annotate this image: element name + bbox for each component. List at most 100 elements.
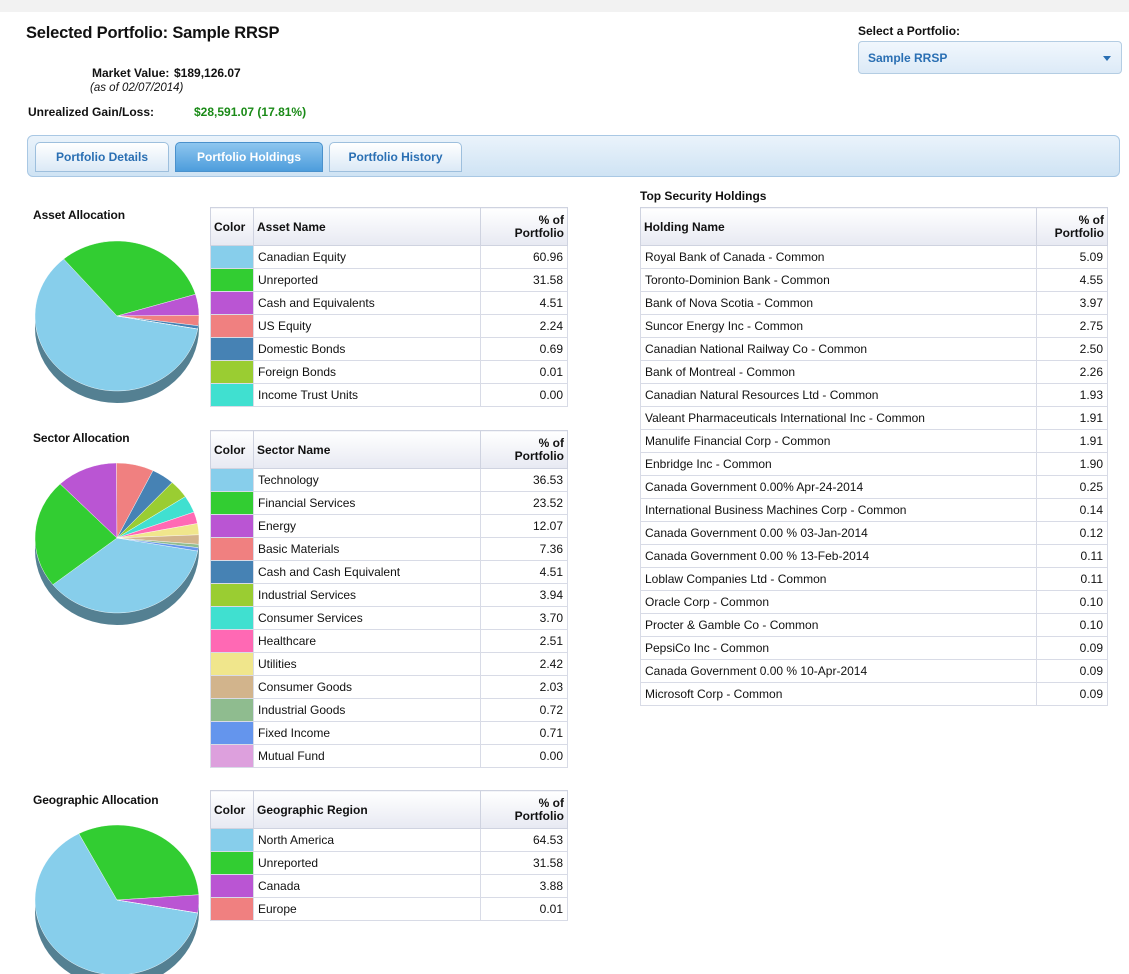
- color-header: Color: [210, 790, 254, 829]
- top-holdings-title: Top Security Holdings: [640, 189, 767, 203]
- color-swatch: [210, 698, 254, 722]
- table-row: Domestic Bonds 0.69: [210, 337, 568, 361]
- pct-header: % of Portfolio: [1036, 207, 1108, 246]
- row-name: Canada Government 0.00 % 10-Apr-2014: [640, 659, 1037, 683]
- row-name: Canadian Natural Resources Ltd - Common: [640, 383, 1037, 407]
- table-row: Financial Services 23.52: [210, 491, 568, 515]
- table-row: Royal Bank of Canada - Common 5.09: [640, 245, 1108, 269]
- tab-portfolio-history[interactable]: Portfolio History: [329, 142, 462, 172]
- table-row: Toronto-Dominion Bank - Common 4.55: [640, 268, 1108, 292]
- table-row: Energy 12.07: [210, 514, 568, 538]
- unrealized-gain-label: Unrealized Gain/Loss:: [28, 105, 155, 119]
- color-swatch: [210, 828, 254, 852]
- table-row: Foreign Bonds 0.01: [210, 360, 568, 384]
- table-row: Healthcare 2.51: [210, 629, 568, 653]
- row-name: Manulife Financial Corp - Common: [640, 429, 1037, 453]
- row-percent: 3.70: [480, 606, 568, 630]
- table-row: Manulife Financial Corp - Common 1.91: [640, 429, 1108, 453]
- row-name: North America: [253, 828, 481, 852]
- pct-header: % of Portfolio: [480, 430, 568, 469]
- geographic-allocation-pie: [34, 824, 200, 974]
- color-swatch: [210, 291, 254, 315]
- row-name: Unreported: [253, 851, 481, 875]
- row-name: Europe: [253, 897, 481, 921]
- row-name: Royal Bank of Canada - Common: [640, 245, 1037, 269]
- asset-allocation-table: Color Asset Name % of Portfolio Canadian …: [210, 207, 568, 407]
- asset-allocation-title: Asset Allocation: [33, 208, 125, 222]
- row-name: Basic Materials: [253, 537, 481, 561]
- row-name: Procter & Gamble Co - Common: [640, 613, 1037, 637]
- row-percent: 60.96: [480, 245, 568, 269]
- tab-portfolio-holdings[interactable]: Portfolio Holdings: [175, 142, 323, 172]
- row-percent: 7.36: [480, 537, 568, 561]
- row-percent: 0.09: [1036, 636, 1108, 660]
- table-row: Canada Government 0.00 % 10-Apr-2014 0.09: [640, 659, 1108, 683]
- row-percent: 0.14: [1036, 498, 1108, 522]
- top-strip: [0, 0, 1129, 12]
- row-percent: 1.91: [1036, 406, 1108, 430]
- table-row: Europe 0.01: [210, 897, 568, 921]
- color-swatch: [210, 337, 254, 361]
- tab-portfolio-details[interactable]: Portfolio Details: [35, 142, 169, 172]
- table-row: Cash and Equivalents 4.51: [210, 291, 568, 315]
- row-name: Cash and Equivalents: [253, 291, 481, 315]
- table-row: Industrial Goods 0.72: [210, 698, 568, 722]
- row-percent: 23.52: [480, 491, 568, 515]
- row-name: Canada Government 0.00 % 03-Jan-2014: [640, 521, 1037, 545]
- table-row: Cash and Cash Equivalent 4.51: [210, 560, 568, 584]
- row-percent: 0.71: [480, 721, 568, 745]
- color-swatch: [210, 491, 254, 515]
- row-name: US Equity: [253, 314, 481, 338]
- row-name: Bank of Montreal - Common: [640, 360, 1037, 384]
- row-name: PepsiCo Inc - Common: [640, 636, 1037, 660]
- table-row: Procter & Gamble Co - Common 0.10: [640, 613, 1108, 637]
- table-row: Loblaw Companies Ltd - Common 0.11: [640, 567, 1108, 591]
- sector-allocation-title: Sector Allocation: [33, 431, 130, 445]
- table-row: Canada 3.88: [210, 874, 568, 898]
- row-name: Mutual Fund: [253, 744, 481, 768]
- chevron-down-icon[interactable]: [1103, 56, 1111, 61]
- asset-name-header: Asset Name: [253, 207, 481, 246]
- color-swatch: [210, 537, 254, 561]
- row-name: Technology: [253, 468, 481, 492]
- row-name: Financial Services: [253, 491, 481, 515]
- table-row: Mutual Fund 0.00: [210, 744, 568, 768]
- portfolio-select[interactable]: Sample RRSP: [858, 41, 1122, 74]
- portfolio-select-value: Sample RRSP: [868, 51, 948, 65]
- row-percent: 0.01: [480, 360, 568, 384]
- row-percent: 2.75: [1036, 314, 1108, 338]
- row-percent: 36.53: [480, 468, 568, 492]
- row-name: International Business Machines Corp - C…: [640, 498, 1037, 522]
- sector-allocation-table: Color Sector Name % of Portfolio Technolo…: [210, 430, 568, 768]
- row-percent: 0.01: [480, 897, 568, 921]
- color-swatch: [210, 721, 254, 745]
- asset-allocation-pie: [34, 240, 200, 403]
- color-swatch: [210, 583, 254, 607]
- row-percent: 2.26: [1036, 360, 1108, 384]
- row-name: Industrial Goods: [253, 698, 481, 722]
- row-percent: 3.97: [1036, 291, 1108, 315]
- row-percent: 4.55: [1036, 268, 1108, 292]
- color-swatch: [210, 606, 254, 630]
- sector-name-header: Sector Name: [253, 430, 481, 469]
- row-percent: 3.88: [480, 874, 568, 898]
- row-percent: 64.53: [480, 828, 568, 852]
- top-holdings-table: Holding Name % of Portfolio Royal Bank of…: [640, 207, 1108, 706]
- color-header: Color: [210, 430, 254, 469]
- row-percent: 0.25: [1036, 475, 1108, 499]
- row-percent: 31.58: [480, 851, 568, 875]
- row-name: Energy: [253, 514, 481, 538]
- as-of-date: (as of 02/07/2014): [90, 82, 184, 94]
- row-percent: 4.51: [480, 291, 568, 315]
- sector-allocation-pie: [34, 462, 200, 625]
- row-name: Income Trust Units: [253, 383, 481, 407]
- row-name: Bank of Nova Scotia - Common: [640, 291, 1037, 315]
- row-name: Valeant Pharmaceuticals International In…: [640, 406, 1037, 430]
- market-value-label: Market Value:: [92, 66, 170, 80]
- row-percent: 0.10: [1036, 590, 1108, 614]
- color-swatch: [210, 514, 254, 538]
- row-percent: 0.09: [1036, 659, 1108, 683]
- row-percent: 0.11: [1036, 567, 1108, 591]
- row-name: Enbridge Inc - Common: [640, 452, 1037, 476]
- table-row: Income Trust Units 0.00: [210, 383, 568, 407]
